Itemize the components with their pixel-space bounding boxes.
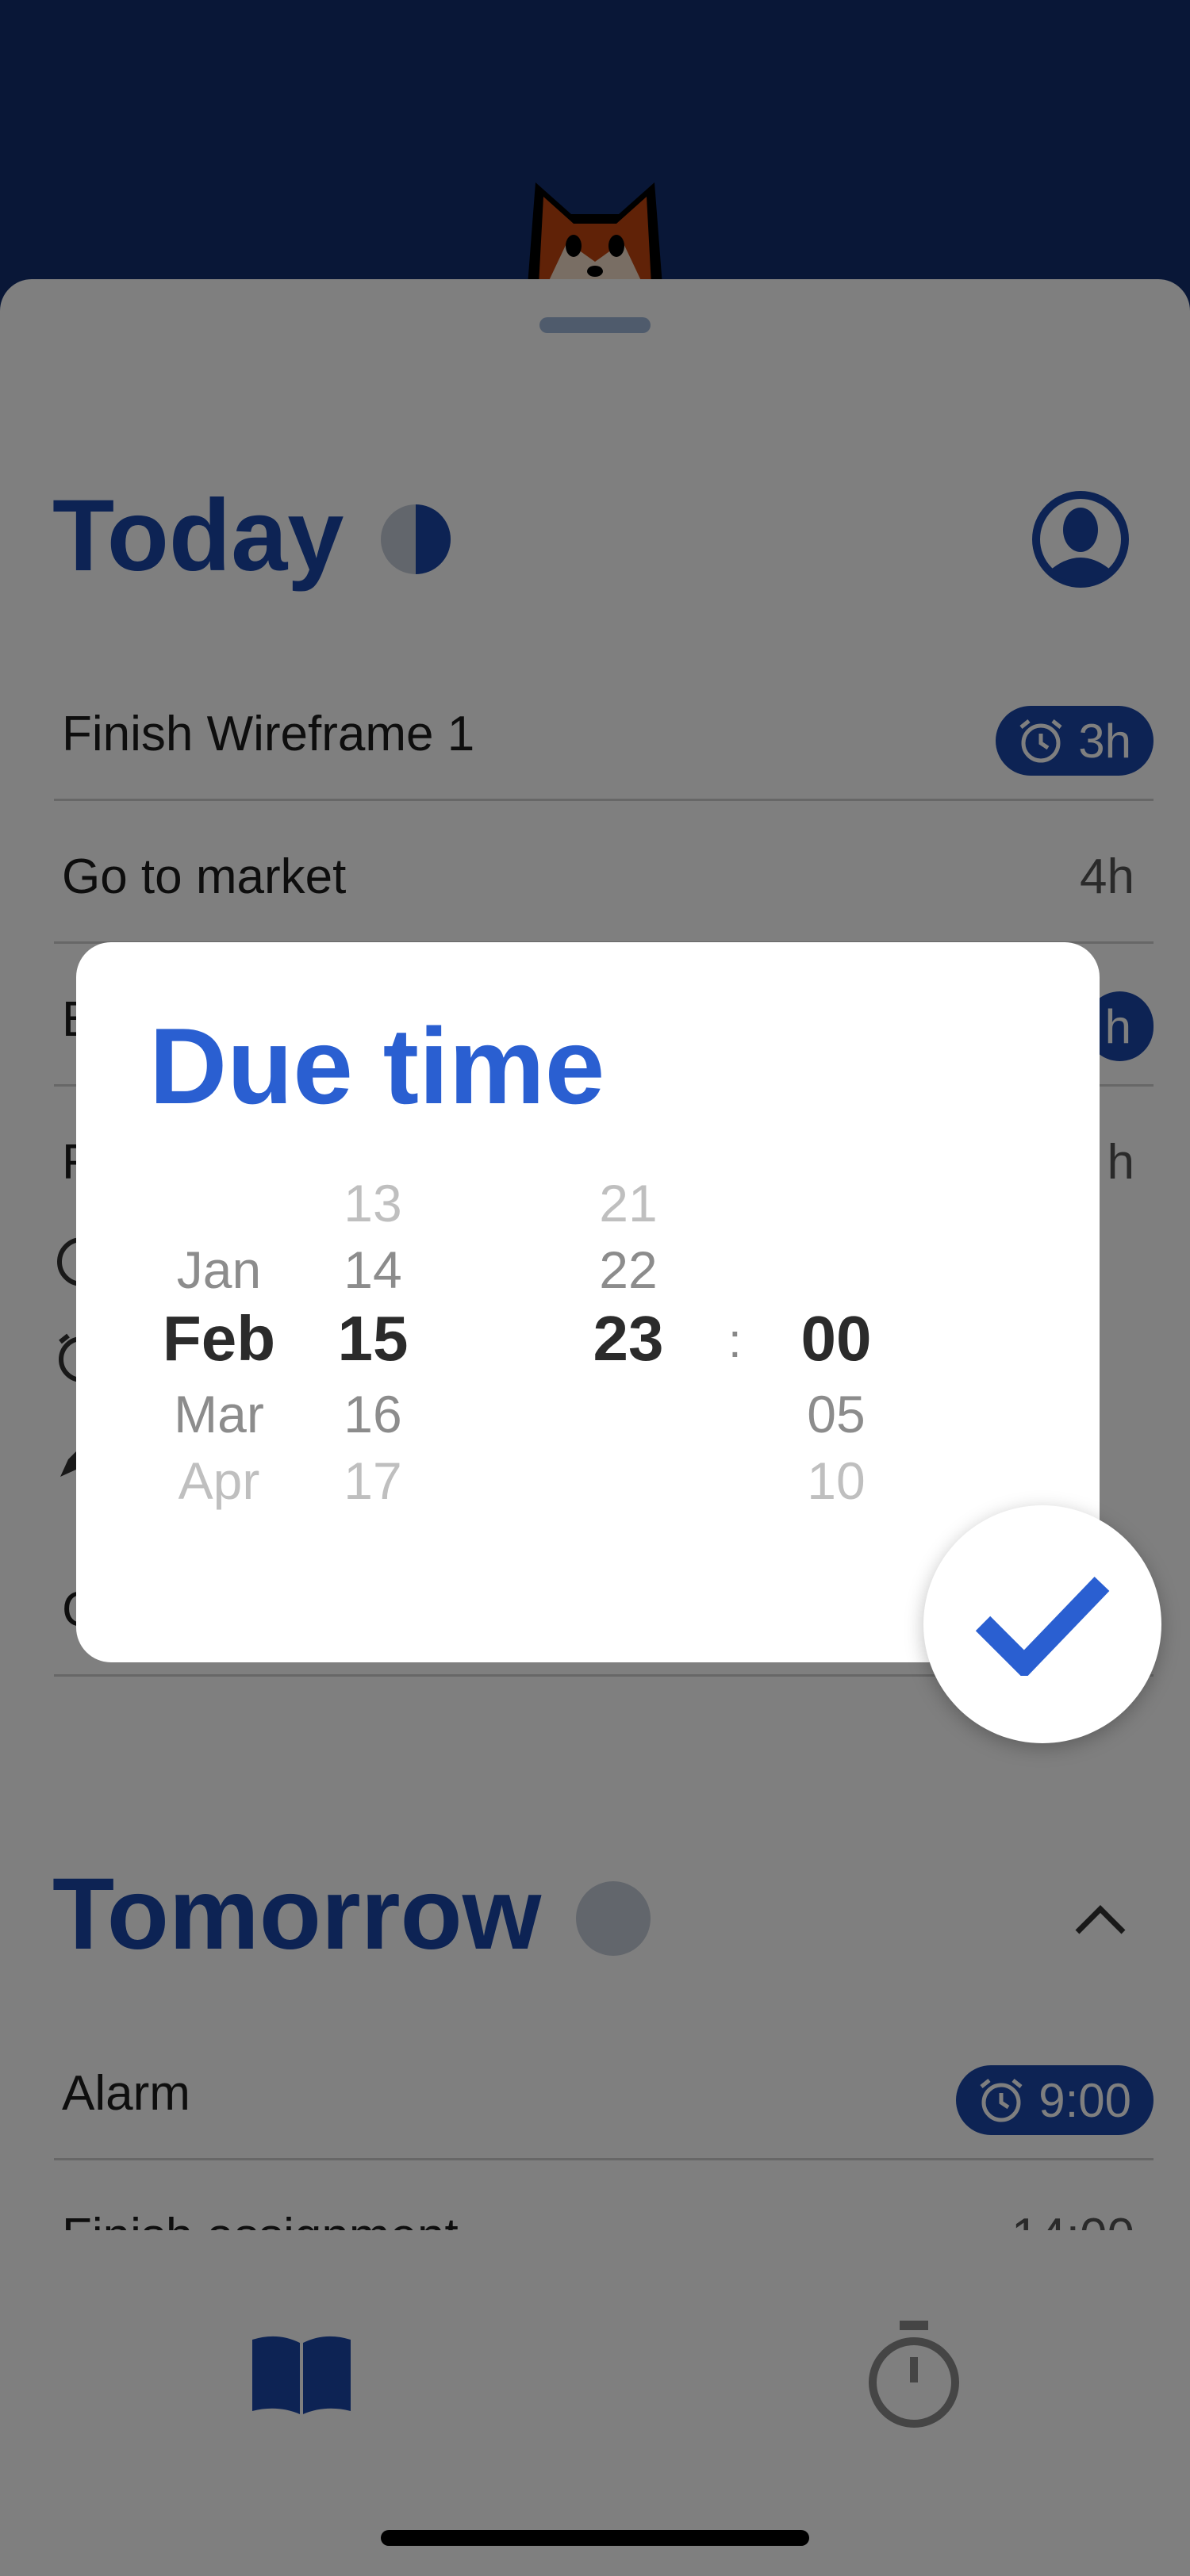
picker-selected[interactable]: Feb — [155, 1307, 282, 1370]
picker-option[interactable]: 14 — [325, 1244, 420, 1296]
confirm-button[interactable] — [923, 1505, 1161, 1743]
home-indicator[interactable] — [381, 2530, 809, 2546]
minute-picker[interactable]: 00 05 10 — [789, 1307, 884, 1513]
time-separator: : — [728, 1314, 742, 1367]
month-picker[interactable]: Jan Feb Mar Apr — [155, 1244, 282, 1513]
checkmark-icon — [975, 1576, 1110, 1676]
picker-option[interactable]: Mar — [155, 1388, 282, 1440]
picker-option[interactable]: 13 — [325, 1177, 420, 1229]
picker-option[interactable]: Jan — [155, 1244, 282, 1296]
day-picker[interactable]: 13 14 15 16 17 — [325, 1177, 420, 1510]
picker-option[interactable]: 10 — [789, 1455, 884, 1507]
picker-option[interactable]: 05 — [789, 1388, 884, 1440]
picker-option[interactable]: 17 — [325, 1455, 420, 1507]
picker-option[interactable]: 22 — [581, 1244, 676, 1296]
picker-selected[interactable]: 00 — [789, 1307, 884, 1370]
hour-picker[interactable]: 21 22 23 — [581, 1177, 676, 1383]
picker-selected[interactable]: 15 — [325, 1307, 420, 1370]
dialog-title: Due time — [149, 1006, 605, 1126]
picker-option[interactable]: 21 — [581, 1177, 676, 1229]
picker-option[interactable]: Apr — [155, 1455, 282, 1507]
picker-selected[interactable]: 23 — [581, 1307, 676, 1370]
picker-option[interactable]: 16 — [325, 1388, 420, 1440]
